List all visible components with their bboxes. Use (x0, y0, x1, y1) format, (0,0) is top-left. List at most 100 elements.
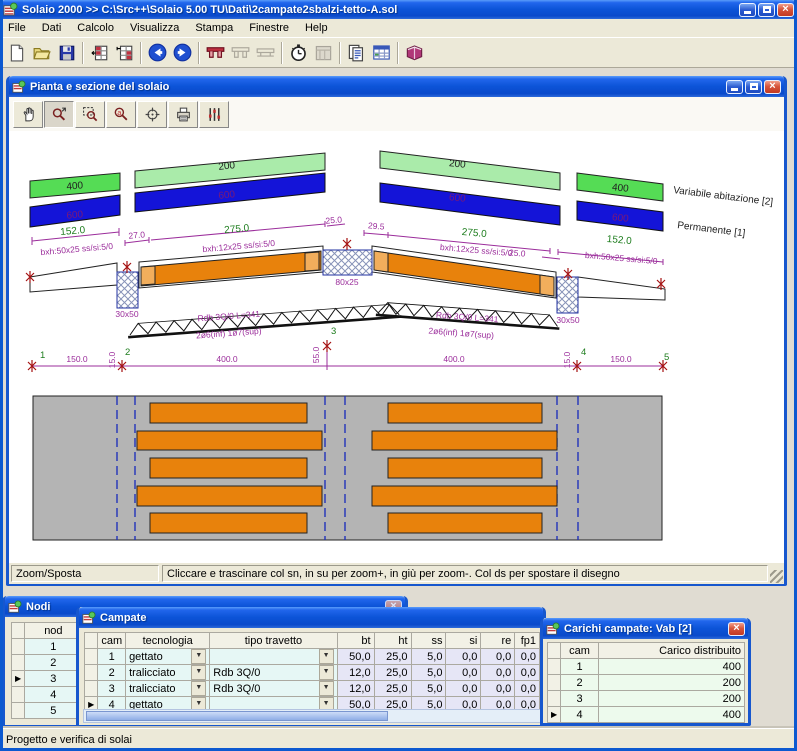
drawing-close-button[interactable]: × (764, 79, 781, 94)
menu-file[interactable]: File (0, 20, 34, 36)
row-selector[interactable] (547, 674, 561, 691)
dropdown-arrow[interactable]: ▼ (318, 665, 334, 680)
cell-fp1[interactable]: 0,0 (514, 680, 540, 697)
row-selector-active[interactable]: ▶ (547, 706, 561, 723)
cell-tipo[interactable]: Rdb 3Q/0 ▼ (209, 664, 338, 681)
dropdown-arrow[interactable]: ▼ (191, 665, 207, 680)
cell-ht[interactable]: 25,0 (373, 664, 412, 681)
navigate-back-icon[interactable] (145, 40, 170, 65)
table-nodes-icon[interactable] (87, 40, 112, 65)
row-selector[interactable] (83, 664, 99, 681)
cell-bt[interactable]: 12,0 (336, 680, 375, 697)
nodi-cell[interactable]: 5 (24, 702, 83, 719)
cell-cam[interactable]: 4 (560, 706, 599, 723)
cell-ss[interactable]: 5,0 (410, 648, 447, 665)
cell-bt[interactable]: 50,0 (336, 648, 375, 665)
zoom-window-icon[interactable] (75, 100, 105, 128)
carichi-close-button[interactable]: × (728, 621, 745, 636)
cell-tipo[interactable]: ▼ (209, 648, 338, 665)
close-button[interactable]: × (777, 2, 794, 17)
drawing-minimize-button[interactable] (726, 79, 743, 94)
cell-cam[interactable]: 1 (97, 648, 127, 665)
navigate-forward-icon[interactable] (170, 40, 195, 65)
row-selector[interactable] (83, 648, 99, 665)
nodi-cell[interactable]: 3 (24, 670, 83, 687)
menu-help[interactable]: Help (297, 20, 336, 36)
menu-dati[interactable]: Dati (34, 20, 70, 36)
cell-ht[interactable]: 25,0 (373, 680, 412, 697)
cell-fp1[interactable]: 0,0 (514, 664, 540, 681)
nodi-cell[interactable]: 4 (24, 686, 83, 703)
cell-carico[interactable]: 200 (598, 674, 745, 691)
cell-tecnologia[interactable]: tralicciato ▼ (125, 664, 211, 681)
row-selector[interactable] (10, 702, 26, 719)
row-selector[interactable] (10, 638, 26, 655)
menu-visualizza[interactable]: Visualizza (122, 20, 187, 36)
save-icon[interactable] (54, 40, 79, 65)
dim-v2: 15.0 (107, 351, 117, 368)
drawing-maximize-button[interactable] (745, 79, 762, 94)
cell-cam[interactable]: 2 (560, 674, 599, 691)
cell-carico[interactable]: 400 (598, 706, 745, 723)
minimize-button[interactable] (739, 2, 756, 17)
new-document-icon[interactable] (4, 40, 29, 65)
calc-stopwatch-icon[interactable] (286, 40, 311, 65)
row-selector[interactable] (83, 680, 99, 697)
app-icon (3, 2, 18, 16)
cell-re[interactable]: 0,0 (480, 648, 516, 665)
cell-si[interactable]: 0,0 (445, 680, 482, 697)
maximize-button[interactable] (758, 2, 775, 17)
drawing-canvas[interactable]: 400 200 200 400 600 600 600 600 Variabil… (9, 131, 784, 563)
cell-si[interactable]: 0,0 (445, 648, 482, 665)
print-icon[interactable] (168, 100, 198, 128)
cell-carico[interactable]: 200 (598, 690, 745, 707)
open-file-icon[interactable] (29, 40, 54, 65)
cell-re[interactable]: 0,0 (480, 664, 516, 681)
cell-ss[interactable]: 5,0 (410, 680, 447, 697)
dropdown-arrow[interactable]: ▼ (191, 681, 207, 696)
beam-section-icon[interactable] (203, 40, 228, 65)
zoom-drag-icon[interactable] (44, 100, 74, 128)
center-view-icon[interactable] (137, 100, 167, 128)
row-selector[interactable] (10, 686, 26, 703)
options-sliders-icon[interactable] (199, 100, 229, 128)
cell-fp1[interactable]: 0,0 (514, 648, 540, 665)
copy-pages-icon[interactable] (344, 40, 369, 65)
cell-cam[interactable]: 1 (560, 658, 599, 675)
tipo-value: Rdb 3Q/0 (213, 682, 261, 695)
cell-tecnologia[interactable]: tralicciato ▼ (125, 680, 211, 697)
report-table-icon[interactable] (369, 40, 394, 65)
cell-cam[interactable]: 2 (97, 664, 127, 681)
dropdown-arrow[interactable]: ▼ (191, 649, 207, 664)
pan-hand-icon[interactable] (13, 100, 43, 128)
row-selector[interactable] (547, 690, 561, 707)
menu-finestre[interactable]: Finestre (241, 20, 297, 36)
cell-si[interactable]: 0,0 (445, 664, 482, 681)
cell-tipo[interactable]: Rdb 3Q/0 ▼ (209, 680, 338, 697)
row-selector-active[interactable]: ▶ (10, 670, 26, 687)
campate-hscrollbar[interactable] (83, 709, 541, 723)
cell-cam[interactable]: 3 (560, 690, 599, 707)
cell-bt[interactable]: 12,0 (336, 664, 375, 681)
cell-tecnologia[interactable]: gettato ▼ (125, 648, 211, 665)
dropdown-arrow[interactable]: ▼ (318, 649, 334, 664)
cell-ss[interactable]: 5,0 (410, 664, 447, 681)
table-spans-icon[interactable] (112, 40, 137, 65)
menu-stampa[interactable]: Stampa (187, 20, 241, 36)
resize-grip[interactable] (770, 570, 783, 583)
help-book-icon[interactable] (402, 40, 427, 65)
nodi-cell[interactable]: 1 (24, 638, 83, 655)
row-selector[interactable] (10, 654, 26, 671)
zoom-letter-icon[interactable]: a (106, 100, 136, 128)
menu-calcolo[interactable]: Calcolo (69, 20, 122, 36)
cell-cam[interactable]: 3 (97, 680, 127, 697)
cell-ht[interactable]: 25,0 (373, 648, 412, 665)
dim-bay-4: 150.0 (610, 354, 632, 364)
dropdown-arrow[interactable]: ▼ (318, 681, 334, 696)
nodi-cell[interactable]: 2 (24, 654, 83, 671)
tecnologia-value: gettato (129, 650, 163, 663)
scrollbar-thumb[interactable] (86, 711, 388, 721)
row-selector[interactable] (547, 658, 561, 675)
cell-re[interactable]: 0,0 (480, 680, 516, 697)
cell-carico[interactable]: 400 (598, 658, 745, 675)
